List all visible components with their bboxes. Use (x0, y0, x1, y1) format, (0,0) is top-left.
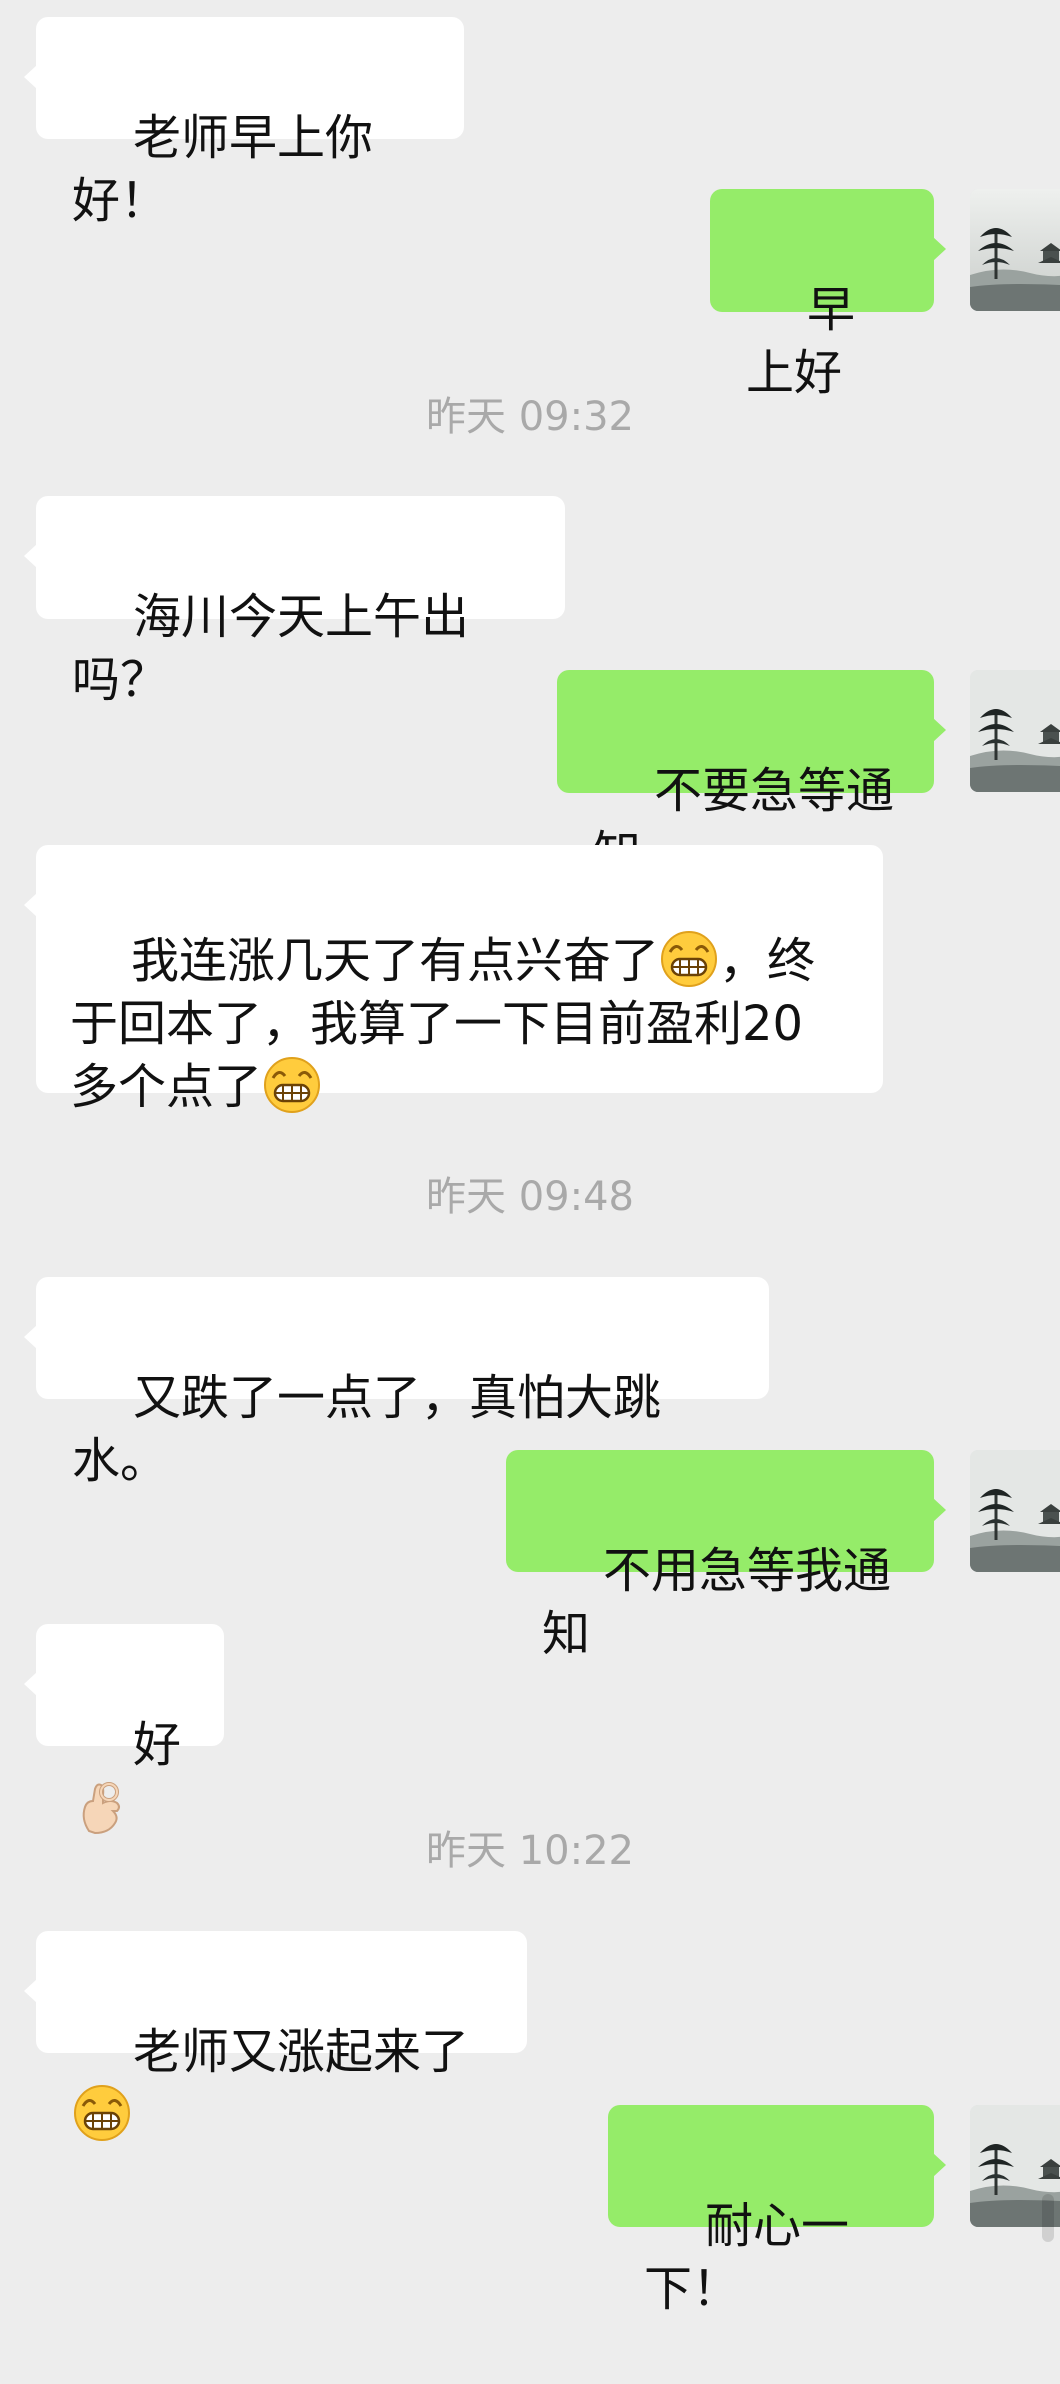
message-text: 好 (133, 1717, 182, 1773)
incoming-message[interactable]: 海川今天上午出吗？ (24, 496, 565, 708)
message-text: 老师早上你好！ (72, 110, 374, 229)
incoming-message[interactable]: 老师又涨起来了 (24, 1931, 527, 2141)
message-text: 我连涨几天了有点兴奋了 (131, 933, 660, 989)
grinning-face-icon (263, 1056, 321, 1114)
landscape-avatar-icon (970, 189, 1060, 311)
incoming-message[interactable]: 老师早上你好！ (24, 17, 464, 229)
scrollbar-thumb[interactable] (1042, 2194, 1054, 2242)
outgoing-message[interactable]: 不用急等我通知 (506, 1450, 946, 1662)
timestamp: 昨天 09:32 (426, 394, 634, 440)
chat-history[interactable]: 老师早上你好！ 早上好 昨天 09:32 海川今天上午出吗？ 不要急等通 我连涨… (0, 0, 1060, 2317)
message-text: 早上好 (746, 282, 856, 401)
user-avatar[interactable] (970, 1450, 1060, 1572)
grinning-face-icon (660, 930, 718, 988)
user-avatar[interactable] (970, 189, 1060, 311)
grinning-face-icon (73, 2084, 131, 2142)
user-avatar[interactable] (970, 670, 1060, 792)
incoming-message[interactable]: 又跌了一点了，真怕大跳水。 (24, 1277, 769, 1489)
outgoing-message[interactable]: 早上好 (710, 189, 946, 401)
landscape-avatar-icon (970, 670, 1060, 792)
incoming-message[interactable]: 我连涨几天了有点兴奋了 ，终于回本了，我算了一下目前盈利20多个点了 (24, 845, 883, 1115)
message-text: 不用急等我通知 (542, 1543, 892, 1662)
incoming-message[interactable]: 好 (24, 1624, 224, 1835)
message-text: 耐心一下！ (644, 2198, 850, 2317)
message-text: 老师又涨起来了 (133, 2024, 470, 2080)
message-text: 海川今天上午出吗？ (72, 589, 470, 708)
timestamp: 昨天 09:48 (426, 1174, 634, 1220)
outgoing-message[interactable]: 不要急等通知 (557, 670, 946, 882)
landscape-avatar-icon (970, 1450, 1060, 1572)
outgoing-message[interactable]: 耐心一下！ (608, 2105, 946, 2317)
timestamp: 昨天 10:22 (426, 1828, 634, 1874)
